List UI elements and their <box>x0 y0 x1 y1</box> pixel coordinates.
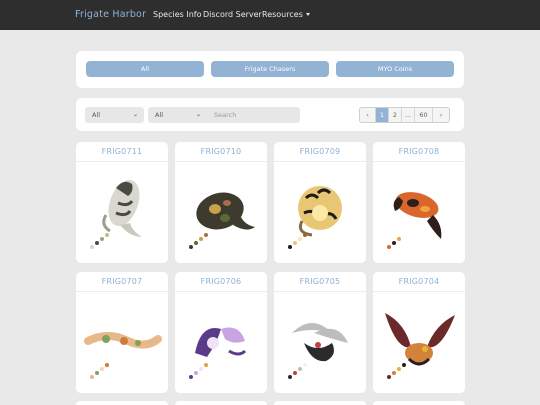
category-all-button[interactable]: All <box>86 61 204 77</box>
pagination-page-2[interactable]: 2 <box>389 108 402 122</box>
palette-swatch <box>199 367 203 371</box>
pagination-ellipsis: ... <box>402 108 415 122</box>
palette-swatch <box>100 367 104 371</box>
palette-swatch <box>105 233 109 237</box>
card-title[interactable]: FRIG0705 <box>274 272 366 292</box>
pagination: ‹ 1 2 ... 60 › <box>359 107 450 123</box>
card-title[interactable]: FRIG0707 <box>76 272 168 292</box>
filter-select-1-value: All <box>92 111 101 119</box>
palette-swatch <box>100 237 104 241</box>
caret-down-icon <box>305 13 310 16</box>
nav-discord-server[interactable]: Discord Server <box>203 10 262 19</box>
palette-swatch <box>199 237 203 241</box>
character-card[interactable]: FRIG0704 <box>373 272 465 393</box>
pagination-next-button[interactable]: › <box>433 108 449 122</box>
palette-swatch <box>204 233 208 237</box>
character-card[interactable]: FRIG0706 <box>175 272 267 393</box>
palette-swatch <box>303 233 307 237</box>
chevron-down-icon: ⌄ <box>195 111 201 118</box>
character-image[interactable] <box>274 293 366 393</box>
category-myo-coins-button[interactable]: MYO Coins <box>336 61 454 77</box>
navbar: Frigate Harbor Species Info Discord Serv… <box>0 0 540 30</box>
palette-swatch <box>303 363 307 367</box>
palette-swatch <box>204 363 208 367</box>
nav-species-info[interactable]: Species Info <box>153 10 201 19</box>
character-card[interactable]: FRIG0707 <box>76 272 168 393</box>
palette-swatch <box>293 241 297 245</box>
palette-swatch <box>194 371 198 375</box>
character-image[interactable] <box>175 163 267 263</box>
palette-swatch <box>189 245 193 249</box>
brand-link[interactable]: Frigate Harbor <box>75 9 146 20</box>
filter-select-2[interactable]: All ⌄ <box>148 107 207 123</box>
pagination-prev-button[interactable]: ‹ <box>360 108 376 122</box>
card-title[interactable]: FRIG0704 <box>373 272 465 292</box>
character-card[interactable]: FRIG0708 <box>373 142 465 263</box>
character-card[interactable]: FRIG0710 <box>175 142 267 263</box>
character-card[interactable] <box>76 401 168 405</box>
card-title[interactable]: FRIG0709 <box>274 142 366 162</box>
palette-swatch <box>387 375 391 379</box>
palette-swatch <box>402 363 406 367</box>
palette-swatch <box>90 375 94 379</box>
card-title[interactable]: FRIG0706 <box>175 272 267 292</box>
palette-swatch <box>397 367 401 371</box>
palette-swatch <box>293 371 297 375</box>
character-image[interactable] <box>76 293 168 393</box>
character-card[interactable]: FRIG0709 <box>274 142 366 263</box>
palette-swatch <box>288 245 292 249</box>
filter-select-1[interactable]: All ⌄ <box>85 107 144 123</box>
category-panel: All Frigate Chasers MYO Coins <box>76 51 464 88</box>
card-title[interactable]: FRIG0711 <box>76 142 168 162</box>
chevron-down-icon: ⌄ <box>132 111 138 118</box>
pagination-page-1[interactable]: 1 <box>376 108 389 122</box>
character-card[interactable] <box>274 401 366 405</box>
palette-swatch <box>402 233 406 237</box>
category-frigate-chasers-button[interactable]: Frigate Chasers <box>211 61 329 77</box>
palette-swatch <box>90 245 94 249</box>
pagination-page-60[interactable]: 60 <box>415 108 433 122</box>
card-title[interactable]: FRIG0710 <box>175 142 267 162</box>
palette-swatch <box>95 371 99 375</box>
character-card[interactable] <box>175 401 267 405</box>
palette-swatch <box>95 241 99 245</box>
filter-select-2-value: All <box>155 111 164 119</box>
palette-swatch <box>397 237 401 241</box>
card-title[interactable]: FRIG0708 <box>373 142 465 162</box>
filter-panel: All ⌄ All ⌄ Search ‹ 1 2 ... 60 › <box>76 98 464 131</box>
nav-resources-label: Resources <box>262 10 303 19</box>
palette-swatch <box>288 375 292 379</box>
palette-swatch <box>392 241 396 245</box>
palette-swatch <box>298 237 302 241</box>
palette-swatch <box>387 245 391 249</box>
palette-swatch <box>392 371 396 375</box>
character-image[interactable] <box>373 163 465 263</box>
character-card[interactable]: FRIG0705 <box>274 272 366 393</box>
character-card[interactable] <box>373 401 465 405</box>
nav-resources-dropdown[interactable]: Resources <box>262 10 310 19</box>
character-card[interactable]: FRIG0711 <box>76 142 168 263</box>
character-image[interactable] <box>175 293 267 393</box>
palette-swatch <box>194 241 198 245</box>
palette-swatch <box>105 363 109 367</box>
search-input[interactable]: Search <box>207 107 300 123</box>
palette-swatch <box>298 367 302 371</box>
character-image[interactable] <box>76 163 168 263</box>
character-image[interactable] <box>373 293 465 393</box>
palette-swatch <box>189 375 193 379</box>
character-image[interactable] <box>274 163 366 263</box>
